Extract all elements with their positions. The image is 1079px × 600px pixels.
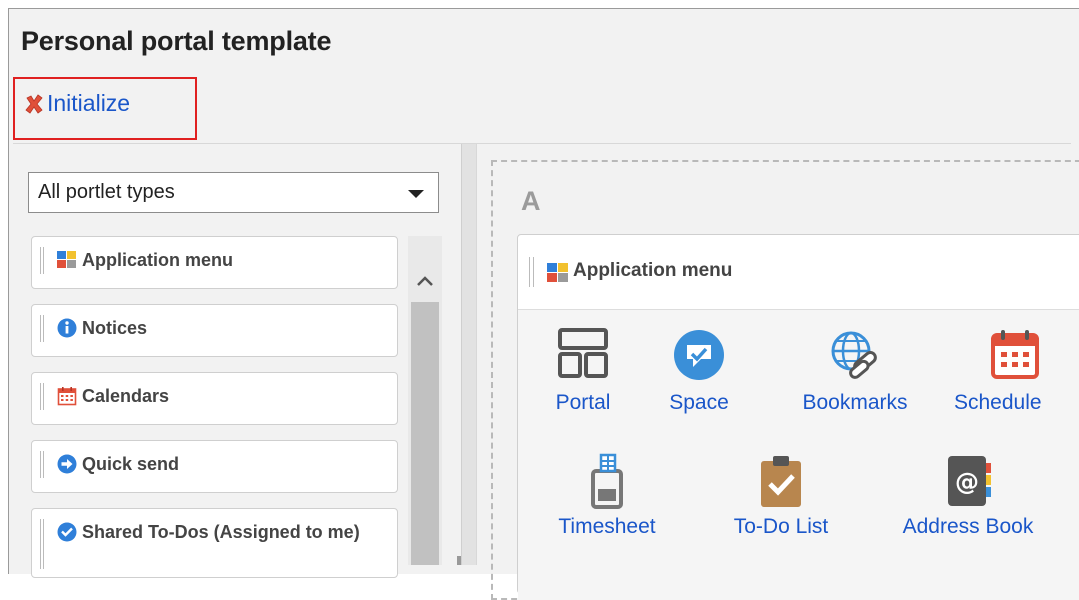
app-label: Timesheet [558, 515, 656, 538]
palette-portlet-shared-todos[interactable]: Shared To-Dos (Assigned to me) [31, 508, 398, 578]
portlet-palette: All portlet types Application menu Notic… [14, 144, 459, 578]
app-label: Address Book [902, 515, 1034, 538]
palette-portlet-label: Application menu [82, 250, 234, 270]
app-bookmarks[interactable]: Bookmarks [780, 327, 930, 415]
drag-handle-icon[interactable] [40, 247, 44, 274]
palette-portlet-label: Quick send [82, 454, 180, 474]
scrollbar-thumb[interactable] [411, 302, 439, 565]
drag-handle-icon[interactable] [40, 519, 44, 569]
palette-portlet-quick-send[interactable]: Quick send [31, 440, 398, 493]
portlet-type-select-value: All portlet types [38, 181, 175, 203]
arrow-right-icon [57, 454, 77, 474]
app-label: To-Do List [733, 515, 829, 538]
application-menu-portlet[interactable]: Application menu Portal Space Bookmarks [517, 234, 1079, 600]
initialize-link[interactable]: Initialize [23, 90, 130, 117]
palette-portlet-calendars[interactable]: Calendars [31, 372, 398, 425]
portal-icon [558, 328, 608, 378]
drag-handle-icon[interactable] [40, 383, 44, 410]
app-todo-list[interactable]: To-Do List [716, 453, 846, 539]
calendar-icon [57, 387, 77, 406]
palette-portlet-application-menu[interactable]: Application menu [31, 236, 398, 289]
drag-handle-icon[interactable] [529, 257, 534, 287]
drag-handle-icon[interactable] [40, 315, 44, 342]
check-bubble-icon [57, 522, 77, 542]
chevron-down-icon [408, 190, 424, 198]
portlet-type-select[interactable]: All portlet types [28, 172, 439, 213]
initialize-label: Initialize [47, 90, 131, 116]
zone-label: A [521, 186, 541, 216]
svg-text:@: @ [955, 468, 979, 496]
todo-list-icon [761, 456, 801, 507]
schedule-icon [991, 330, 1039, 379]
drag-handle-icon[interactable] [40, 451, 44, 478]
palette-portlet-label: Notices [82, 318, 148, 338]
scroll-up-arrow-icon[interactable] [408, 267, 442, 295]
application-menu-icon [547, 263, 568, 282]
close-x-icon [25, 93, 43, 114]
portlet-header: Application menu [518, 235, 1079, 310]
portlet-title: Application menu [573, 260, 733, 281]
panel-splitter[interactable] [461, 144, 477, 565]
palette-portlet-notices[interactable]: Notices [31, 304, 398, 357]
space-icon [674, 330, 724, 380]
app-label: Bookmarks [802, 391, 908, 414]
app-timesheet[interactable]: Timesheet [542, 453, 672, 539]
app-label: Schedule [954, 391, 1042, 414]
app-label: Space [669, 391, 729, 414]
page-title: Personal portal template [21, 26, 332, 56]
timesheet-icon [591, 453, 623, 509]
address-book-icon: @ [948, 456, 991, 506]
info-icon [57, 318, 77, 338]
palette-portlet-label: Calendars [82, 386, 170, 406]
app-label: Portal [555, 391, 611, 414]
app-schedule[interactable]: Schedule [950, 327, 1079, 415]
app-space[interactable]: Space [654, 327, 744, 415]
bookmarks-icon [831, 331, 877, 379]
app-portal[interactable]: Portal [538, 327, 628, 415]
application-menu-icon [57, 251, 76, 268]
palette-portlet-label: Shared To-Dos (Assigned to me) [82, 522, 360, 542]
app-address-book[interactable]: @ Address Book [888, 453, 1048, 539]
